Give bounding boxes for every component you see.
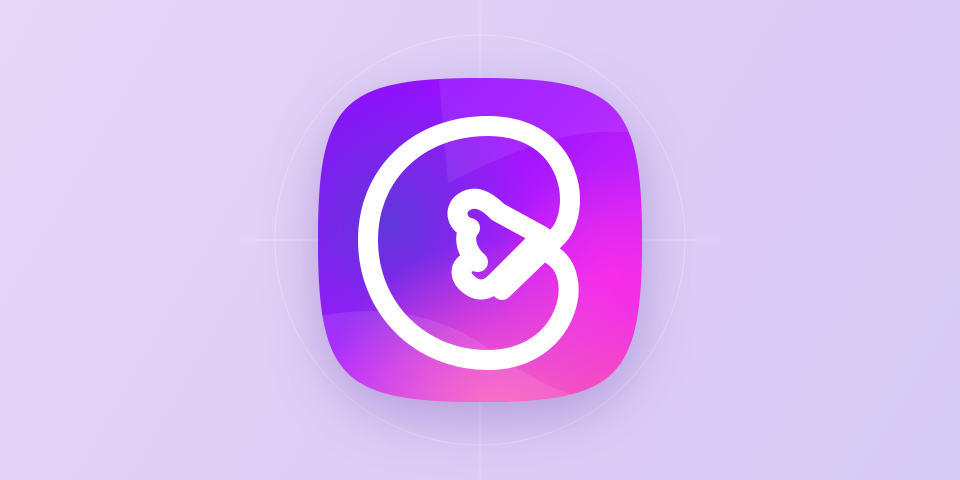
app-icon[interactable] [318, 78, 642, 402]
heart-loop-logo-icon [318, 78, 642, 402]
